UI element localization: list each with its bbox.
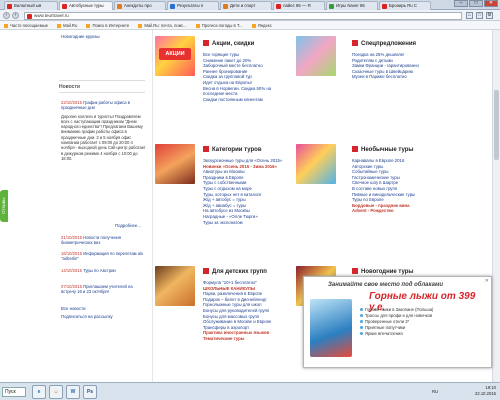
news-item: 14/10/2015 Туры по Австрии (61, 268, 116, 273)
close-icon[interactable]: ✕ (485, 278, 489, 284)
firefox-icon[interactable]: ☺ (49, 385, 63, 399)
start-button[interactable]: Пуск (2, 387, 26, 397)
list-item-highlight[interactable]: Тематические туры (203, 336, 271, 342)
clock[interactable]: 19:10 22.10.2015 (475, 385, 496, 396)
list-item[interactable]: Обслуживание в Москве и Европе (203, 319, 271, 325)
section-title-special[interactable]: Спецпредложения (352, 40, 416, 47)
promos-image[interactable]: АКЦИИ (155, 36, 195, 76)
section-title-newyear[interactable]: Новогодние туры (352, 268, 414, 275)
close-window-button[interactable]: ✕ (484, 0, 498, 7)
news-date: 22/10/2015 (61, 100, 82, 105)
photoshop-icon[interactable]: Ps (83, 385, 97, 399)
home-icon[interactable]: ⌂ (466, 12, 473, 19)
tab-bar: Валютный ыв Автобусные туры Анекдоты про… (0, 0, 500, 10)
favicon (223, 4, 228, 9)
unusual-image[interactable] (296, 144, 336, 184)
browser-tab[interactable]: Дети и спорт (220, 1, 272, 10)
page-scrollbar[interactable] (492, 30, 500, 382)
browser-tab[interactable]: лайес 86 — Я (273, 1, 325, 10)
section-title-groups[interactable]: Для детских групп (203, 268, 267, 275)
divider (59, 80, 145, 81)
section-title-unusual[interactable]: Необычные туры (352, 146, 414, 153)
list-item[interactable]: Скидки постоянным клиентам (203, 97, 291, 103)
promos-badge: АКЦИИ (159, 48, 191, 60)
news-item: 07/10/2015 Приглашаем учителей на встреч… (61, 284, 133, 295)
section-title-promos[interactable]: Акции, скидки (203, 40, 254, 47)
favicon (7, 4, 12, 9)
special-list: Поездка на 25% дешевле! Родителям с деть… (352, 52, 419, 80)
navigation-bar: ‹ › www.teurtravel.ru ⌂ ☆ ⚙ (0, 10, 500, 21)
favicon (276, 4, 281, 9)
browser-tab-active[interactable]: Автобусные туры (59, 1, 113, 10)
word-icon[interactable]: W (66, 385, 80, 399)
news-title: Новости (59, 84, 80, 90)
favicon (117, 4, 122, 9)
news-item: 21/10/2015 Новости получения биометричес… (61, 235, 121, 246)
list-item[interactable]: Бонусы для руководителей групп (203, 308, 271, 314)
list-item[interactable]: Музеи в Париже бесплатно (352, 74, 419, 80)
bookmark-item[interactable]: Поиск в Интернете (86, 23, 129, 28)
gear-icon[interactable]: ⚙ (486, 12, 493, 19)
forward-icon[interactable]: › (12, 12, 19, 19)
list-item[interactable]: Экскурсионные туры для «Осень 2015» (203, 158, 282, 164)
maximize-button[interactable]: □ (469, 0, 483, 7)
bookmarks-bar: Часто посещаемые Mail.Ru Поиск в Интерне… (0, 21, 500, 30)
language-indicator[interactable]: RU (432, 389, 438, 394)
all-news-link[interactable]: Все новости (61, 306, 86, 311)
list-item[interactable]: Весна в Норвегии. Скидка 50% на последни… (203, 86, 291, 97)
promo-popup[interactable]: ✕ Занимайте свое место под облаками Горн… (303, 276, 492, 368)
favicon (382, 4, 387, 9)
promo-item: Яркие впечатления (360, 331, 433, 337)
browser-tab[interactable]: Игры Naver 86 (326, 1, 378, 10)
categories-list: Экскурсионные туры для «Осень 2015» Нови… (203, 158, 282, 225)
more-link[interactable]: Подробнее... (115, 223, 141, 228)
list-item-highlight[interactable]: Advent - Рождество (352, 208, 415, 214)
browser-tab[interactable]: Результаты п (167, 1, 219, 10)
back-icon[interactable]: ‹ (3, 12, 10, 19)
news-sidebar: Новогодние круизы Новости 22/10/2015 Гра… (55, 30, 150, 382)
top-link[interactable]: Новогодние круизы (61, 34, 100, 39)
address-field[interactable]: www.teurtravel.ru (24, 11, 462, 20)
promos-list: Все горящие туры Снижение пакет до 20% З… (203, 52, 291, 102)
favicon (62, 4, 67, 9)
skier-image (310, 299, 352, 357)
star-icon[interactable]: ☆ (476, 12, 483, 19)
favicon (329, 4, 334, 9)
bookmark-item[interactable]: Mail.Ru: почта, поис... (138, 23, 186, 28)
minimize-button[interactable]: – (454, 0, 468, 7)
feedback-tab[interactable]: Отзывы (0, 190, 8, 222)
taskbar: Пуск e ☺ W Ps RU 19:10 22.10.2015 (0, 382, 500, 400)
browser-tab[interactable]: Бронирь Ru С (379, 1, 431, 10)
scroll-thumb[interactable] (494, 90, 499, 160)
news-item-featured: 22/10/2015 График работы офиса в праздни… (61, 100, 146, 161)
column-divider (152, 30, 153, 382)
bookmark-item[interactable]: Прогноз погоды в Т... (196, 23, 243, 28)
groups-list: Формула "10+1 бесплатно" ШКОЛЬНЫЕ КАНИКУ… (203, 280, 271, 342)
groups-image[interactable] (155, 266, 195, 306)
news-item: 16/10/2015 Информация по перелетам а/к "… (61, 251, 144, 262)
promo-list: Горные лыжи в Закопане (Польша) Трассы д… (360, 307, 433, 337)
list-item[interactable]: Замки Франции - гарантированно (352, 63, 419, 69)
bookmark-item[interactable]: Mail.Ru (57, 23, 77, 28)
categories-image[interactable] (155, 144, 195, 184)
ie-icon[interactable]: e (32, 385, 46, 399)
browser-tab[interactable]: Валютный ыв (4, 1, 58, 10)
special-image[interactable] (296, 36, 336, 76)
window-controls: – □ ✕ (454, 0, 498, 7)
favicon (170, 4, 175, 9)
divider (59, 92, 145, 93)
promo-title: Занимайте свое место под облаками (328, 282, 444, 288)
list-item[interactable]: Туры за экспонатом (203, 220, 282, 226)
news-body: Дорогие коллеги и туристы! Поздравляем в… (61, 113, 146, 161)
bookmark-item[interactable]: Часто посещаемые (4, 23, 48, 28)
browser-tab[interactable]: Анекдоты про (114, 1, 166, 10)
site-icon (27, 13, 32, 19)
bookmark-item[interactable]: Яндекс (252, 23, 272, 28)
unusual-list: Карнавалы в Европе 2016 Авторские туры С… (352, 158, 415, 214)
list-item[interactable]: Парки, развлечения в Европе (203, 291, 271, 297)
subscribe-link[interactable]: Подписаться на рассылку (61, 314, 113, 319)
section-title-categories[interactable]: Категории туров (203, 146, 262, 153)
